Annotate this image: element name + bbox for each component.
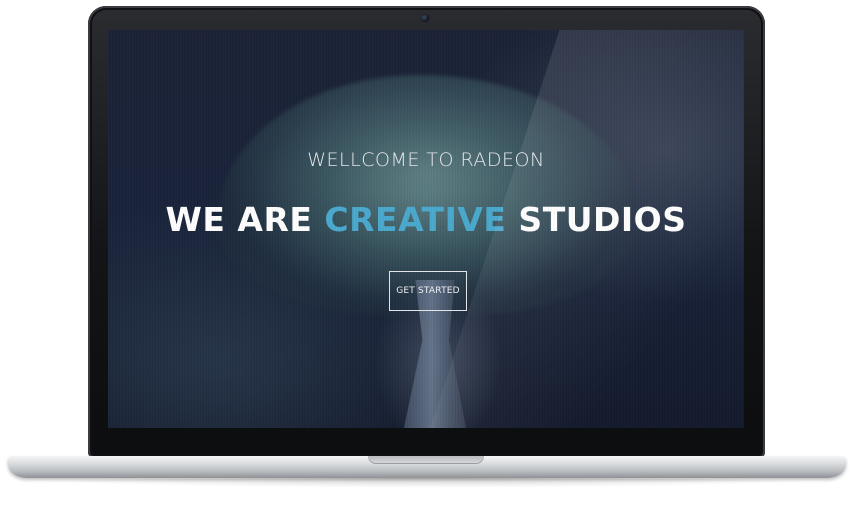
laptop-mockup: WELLCOME TO RADEON WE ARE CREATIVE STUDI… bbox=[0, 0, 853, 506]
get-started-button[interactable]: GET STARTED bbox=[389, 271, 467, 311]
laptop-shadow bbox=[20, 478, 832, 488]
webcam-icon bbox=[421, 14, 429, 22]
headline-accent: CREATIVE bbox=[324, 200, 507, 239]
hero-headline: WE ARE CREATIVE STUDIOS bbox=[108, 200, 744, 239]
headline-part-2: STUDIOS bbox=[506, 200, 687, 239]
laptop-opening-notch bbox=[368, 456, 484, 464]
welcome-text: WELLCOME TO RADEON bbox=[307, 149, 545, 171]
headline-part-1: WE ARE bbox=[165, 200, 325, 239]
laptop-screen: WELLCOME TO RADEON WE ARE CREATIVE STUDI… bbox=[108, 30, 744, 428]
